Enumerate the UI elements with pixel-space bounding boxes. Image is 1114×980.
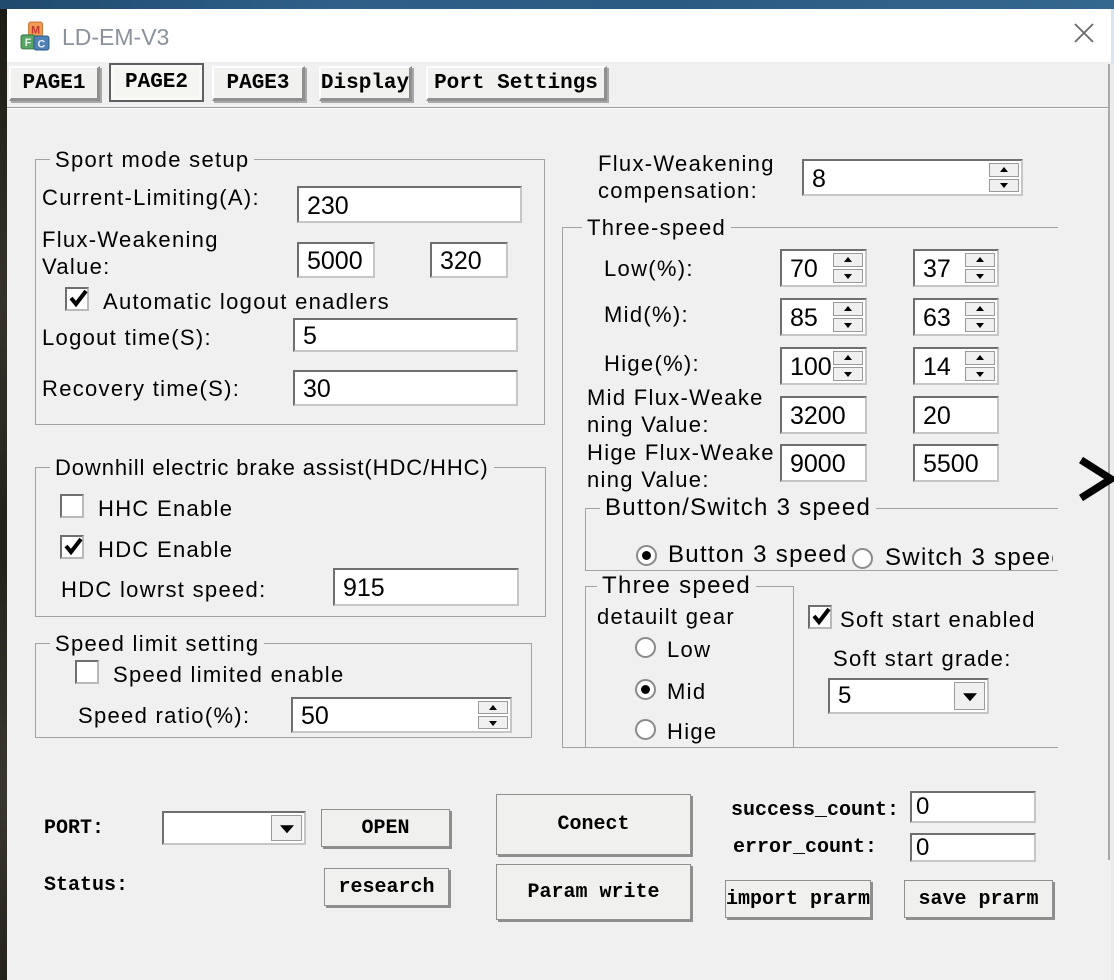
svg-text:F: F [25,37,32,49]
svg-text:C: C [38,38,46,50]
